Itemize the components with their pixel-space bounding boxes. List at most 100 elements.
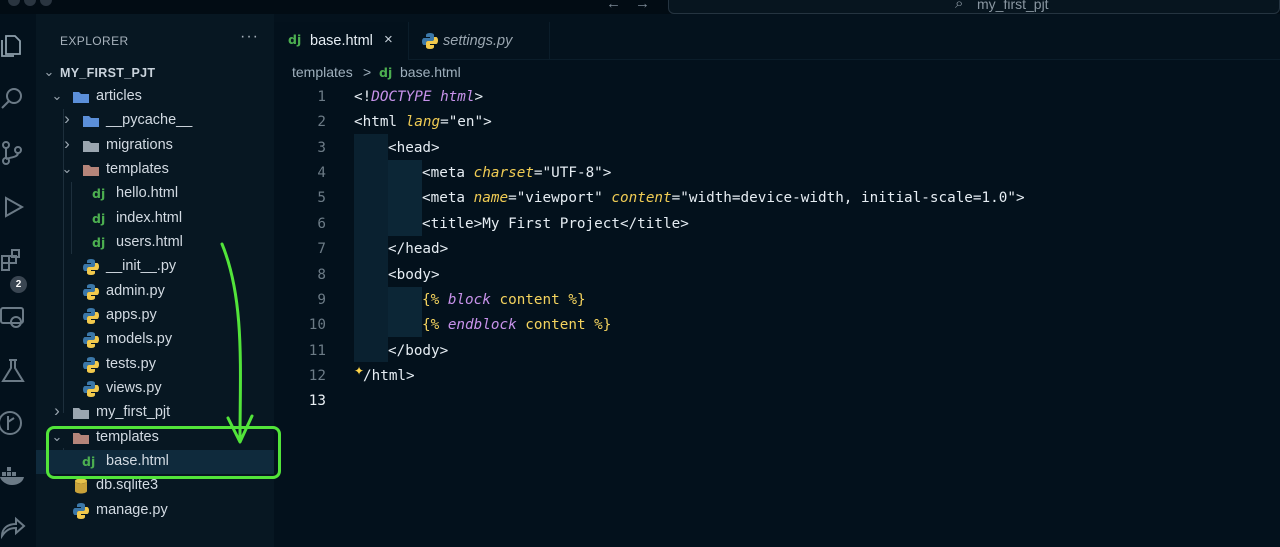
token: <! (354, 89, 372, 105)
tree-item-tests-py[interactable]: tests.py (36, 353, 274, 377)
token: content %} (490, 292, 586, 308)
extensions-icon[interactable] (0, 248, 26, 274)
tree-item-migrations[interactable]: › migrations (36, 134, 274, 158)
python-icon (421, 32, 439, 50)
more-actions-icon[interactable]: ··· (240, 28, 259, 46)
close-icon[interactable]: × (384, 31, 393, 48)
token: <meta (422, 165, 474, 181)
token: > (602, 165, 612, 181)
token: content %} (516, 317, 612, 333)
activity-bar: 2 (0, 14, 36, 547)
code-line: <!DOCTYPE html> (274, 86, 1280, 111)
python-icon (82, 258, 100, 276)
breadcrumb-separator: > (363, 64, 372, 80)
search-icon[interactable] (0, 86, 26, 112)
python-icon (82, 331, 100, 349)
tree-item-label: admin.py (106, 283, 165, 299)
sparkle-icon[interactable]: ✦ (354, 364, 364, 378)
breadcrumb-folder[interactable]: templates (292, 64, 353, 80)
token: "en" (448, 114, 484, 130)
breadcrumb-file[interactable]: base.html (400, 64, 461, 80)
token: content (611, 190, 672, 206)
tree-item-label: __pycache__ (106, 112, 193, 128)
tree-item-label: __init__.py (106, 258, 177, 274)
chevron-right-icon: › (64, 134, 70, 153)
live-share-icon[interactable] (0, 514, 26, 540)
tree-item-init-py[interactable]: __init__.py (36, 255, 274, 279)
chevron-down-icon: ⌄ (61, 161, 73, 176)
git-graph-icon[interactable] (0, 410, 26, 436)
token: <head> (388, 140, 440, 156)
token: "UTF-8" (542, 165, 603, 181)
token: > (1015, 190, 1025, 206)
token: </head> (388, 241, 449, 257)
token: {% (422, 317, 448, 333)
tree-item-articles[interactable]: ⌄ articles (36, 85, 274, 109)
window-zoom-dot[interactable] (40, 0, 52, 6)
tab-label: base.html (310, 33, 373, 49)
token: name (473, 190, 509, 206)
folder-icon (82, 137, 100, 155)
explorer-icon[interactable] (0, 32, 26, 58)
tab-base-html[interactable]: dj base.html × (274, 22, 409, 60)
tree-item-admin-py[interactable]: admin.py (36, 280, 274, 304)
tree-item-models-py[interactable]: models.py (36, 328, 274, 352)
folder-icon (82, 112, 100, 130)
token: <body> (388, 267, 440, 283)
tree-item-label: tests.py (106, 356, 156, 372)
token: "viewport" (516, 190, 612, 206)
window-close-dot[interactable] (8, 0, 20, 6)
annotation-highlight-box (46, 426, 281, 479)
tree-item-label: index.html (116, 210, 183, 226)
code-line: <body> (274, 264, 1280, 289)
token: = (671, 190, 681, 206)
run-debug-icon[interactable] (0, 194, 26, 220)
source-control-icon[interactable] (0, 140, 26, 166)
tree-item-views-py[interactable]: views.py (36, 377, 274, 401)
tree-item-templates[interactable]: ⌄ templates (36, 158, 274, 182)
tree-item-index-html[interactable]: dj index.html (36, 207, 274, 231)
command-center-label: my_first_pjt (977, 0, 1049, 12)
search-icon: ⌕ (955, 0, 964, 12)
django-icon: dj (288, 32, 302, 47)
token: = (508, 190, 517, 206)
tree-item-manage-py[interactable]: manage.py (36, 499, 274, 523)
editor-tabs: dj base.html × settings.py (274, 14, 1280, 60)
token: lang (405, 114, 441, 130)
tree-item-label: templates (106, 161, 169, 177)
chevron-down-icon: ⌄ (51, 88, 63, 103)
chevron-down-icon: ⌄ (43, 64, 55, 79)
tree-item-label: users.html (116, 234, 183, 250)
project-root[interactable]: ⌄ MY_FIRST_PJT (36, 61, 274, 85)
token: DOCTYPE html (371, 89, 475, 105)
remote-explorer-icon[interactable] (0, 304, 26, 330)
tree-item-apps-py[interactable]: apps.py (36, 304, 274, 328)
folder-open-icon (82, 161, 100, 179)
token: {% (422, 292, 448, 308)
testing-icon[interactable] (0, 358, 26, 384)
code-line: </body> (274, 340, 1280, 365)
navigation-arrows[interactable]: ←→ (606, 0, 664, 12)
django-icon: dj (92, 235, 106, 250)
django-icon: dj (92, 211, 106, 226)
tree-item-pycache[interactable]: › __pycache__ (36, 109, 274, 133)
tree-item-label: my_first_pjt (96, 404, 171, 420)
tree-item-users-html[interactable]: dj users.html (36, 231, 274, 255)
gutter-line: 13 (274, 390, 1280, 415)
project-name: MY_FIRST_PJT (60, 66, 156, 80)
chevron-right-icon: › (54, 401, 60, 420)
token: = (533, 165, 543, 181)
command-center[interactable]: ⌕ my_first_pjt (668, 0, 1280, 14)
token: block (447, 292, 491, 308)
tree-item-my-first-pjt[interactable]: › my_first_pjt (36, 401, 274, 425)
folder-open-icon (72, 88, 90, 106)
tab-settings-py[interactable]: settings.py (410, 22, 550, 60)
code-editor[interactable]: 1 2 3 4 5 6 7 8 9 10 11 12 13 <!DOCTYPE html> <html … (274, 86, 1280, 547)
tree-item-hello-html[interactable]: dj hello.html (36, 182, 274, 206)
window-minimize-dot[interactable] (24, 0, 36, 6)
tab-label: settings.py (443, 33, 513, 49)
docker-icon[interactable] (0, 462, 26, 488)
chevron-right-icon: › (64, 109, 70, 128)
django-icon: dj (379, 65, 393, 80)
token: <meta (422, 190, 474, 206)
